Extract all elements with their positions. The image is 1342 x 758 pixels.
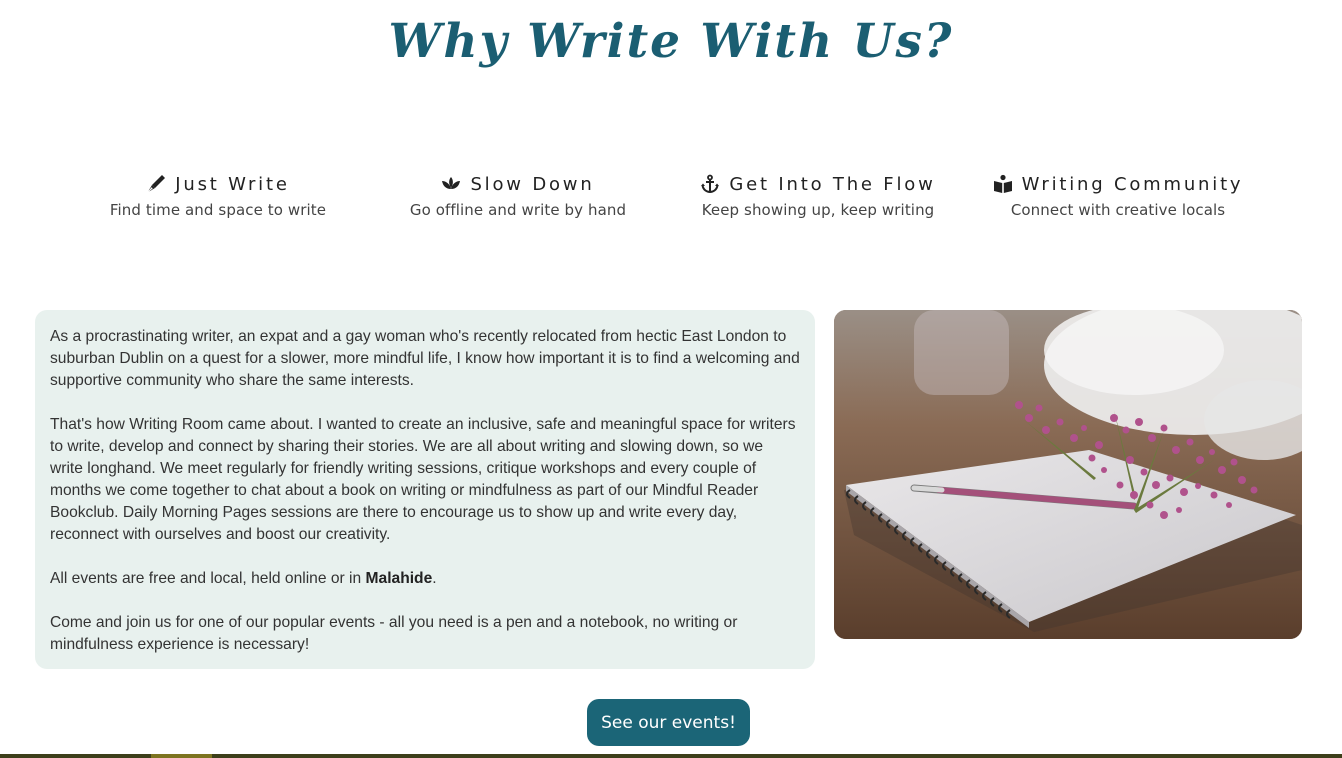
- see-events-button[interactable]: See our events!: [587, 699, 750, 746]
- feature-subtitle: Go offline and write by hand: [409, 201, 627, 219]
- page-title: Why Write With Us?: [388, 14, 954, 69]
- feature-heading: Writing Community: [968, 170, 1268, 198]
- feature-title: Just Write: [175, 173, 290, 195]
- feature-heading: Just Write: [68, 170, 368, 198]
- feature-community: Writing Community Connect with creative …: [968, 170, 1268, 230]
- feature-title: Get Into The Flow: [729, 173, 936, 195]
- feature-heading: Slow Down: [368, 170, 668, 198]
- feature-subtitle: Keep showing up, keep writing: [701, 201, 935, 219]
- feature-just-write: Just Write Find time and space to write: [68, 170, 368, 230]
- features-row: Just Write Find time and space to write …: [68, 170, 1268, 230]
- feature-heading: Get Into The Flow: [668, 170, 968, 198]
- about-paragraph: As a procrastinating writer, an expat an…: [50, 328, 800, 389]
- about-paragraph: That's how Writing Room came about. I wa…: [50, 416, 796, 543]
- feature-subtitle: Connect with creative locals: [1010, 201, 1226, 219]
- location-highlight: Malahide: [365, 570, 433, 587]
- about-text-box: As a procrastinating writer, an expat an…: [35, 310, 815, 669]
- lotus-icon: [441, 174, 461, 194]
- feature-title: Slow Down: [470, 173, 595, 195]
- pen-nib-icon: [146, 174, 166, 194]
- footer-accent: [151, 754, 212, 758]
- feature-slow-down: Slow Down Go offline and write by hand: [368, 170, 668, 230]
- about-paragraph: Come and join us for one of our popular …: [50, 614, 738, 653]
- feature-subtitle: Find time and space to write: [109, 201, 327, 219]
- about-paragraph: All events are free and local, held onli…: [50, 570, 437, 587]
- anchor-icon: [700, 174, 720, 194]
- book-reader-icon: [993, 174, 1013, 194]
- feature-flow: Get Into The Flow Keep showing up, keep …: [668, 170, 968, 230]
- notebook-photo: [834, 310, 1302, 639]
- feature-title: Writing Community: [1021, 173, 1244, 195]
